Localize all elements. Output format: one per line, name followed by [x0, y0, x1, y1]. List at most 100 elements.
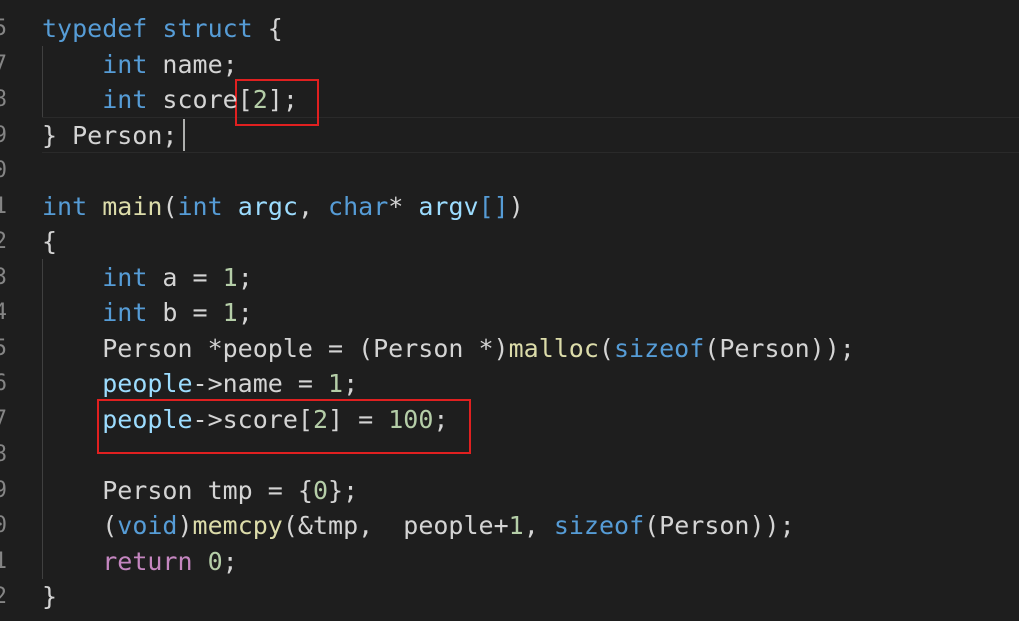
code-token: int	[102, 262, 148, 292]
code-token: ;	[433, 404, 449, 434]
code-line: (void)memcpy(&tmp, people+1, sizeof(Pers…	[42, 508, 795, 544]
code-token: sizeof	[613, 333, 705, 363]
line-number: 4	[0, 300, 7, 325]
code-token: name;	[147, 49, 238, 79]
code-token: Person tmp = {	[42, 475, 313, 505]
code-token: ;	[222, 546, 238, 576]
code-token: )	[508, 191, 524, 221]
code-token: ;	[237, 262, 253, 292]
code-token: (	[598, 333, 614, 363]
code-token: ;	[343, 369, 359, 398]
code-line: int a = 1;	[42, 260, 253, 296]
line-number: 9	[0, 477, 7, 503]
code-line: people->name = 1;	[42, 366, 358, 402]
line-number: 8	[0, 442, 7, 467]
code-line: } Person;	[42, 118, 177, 154]
code-line: return 0;	[42, 544, 238, 580]
code-token: ];	[267, 85, 298, 114]
line-number: 7	[0, 406, 7, 432]
current-line-highlight	[42, 117, 1019, 153]
code-token: people	[102, 369, 193, 398]
code-token: int	[177, 191, 223, 221]
code-token: char	[328, 191, 389, 221]
code-token: int	[102, 85, 148, 114]
code-line: int name;	[42, 47, 238, 83]
code-token: void	[117, 511, 178, 540]
code-token: ,	[523, 511, 554, 540]
code-token: {	[252, 14, 283, 43]
code-token: int	[102, 49, 148, 79]
code-token: 1	[222, 298, 238, 327]
code-token: malloc	[508, 333, 599, 363]
code-token: (	[42, 511, 118, 540]
code-line: Person tmp = {0};	[42, 473, 358, 509]
line-number: 2	[0, 584, 7, 609]
code-token: ;	[237, 298, 253, 327]
line-number: 3	[0, 264, 7, 290]
code-token: 2	[312, 404, 329, 434]
line-number: 6	[0, 371, 7, 396]
code-token: };	[328, 475, 359, 505]
code-line: }	[42, 579, 57, 615]
text-cursor	[183, 119, 185, 151]
code-token: (&tmp, people+	[282, 511, 509, 540]
code-token: typedef	[42, 14, 148, 43]
code-line: int score[2];	[42, 82, 298, 118]
code-token: score[	[147, 85, 253, 114]
code-token: ->score[	[192, 404, 313, 434]
code-token: }	[42, 582, 58, 611]
code-token: sizeof	[553, 511, 645, 540]
code-token: ,	[297, 191, 329, 221]
code-token: Person *people = (Person *)	[42, 333, 509, 363]
code-token: argc	[237, 191, 298, 221]
code-token: 2	[252, 85, 268, 114]
code-token: memcpy	[192, 511, 283, 540]
code-token: people	[102, 404, 193, 434]
code-token: } Person;	[42, 120, 178, 150]
code-token: struct	[162, 14, 253, 43]
line-number: 1	[0, 193, 7, 219]
code-token: int	[102, 298, 148, 327]
line-number: 9	[0, 122, 7, 148]
code-line: typedef struct {	[42, 11, 283, 47]
code-token: 1	[508, 511, 524, 540]
line-number: 5	[0, 335, 7, 361]
code-line: int main(int argc, char* argv[])	[42, 189, 524, 225]
line-number: 2	[0, 229, 7, 254]
code-editor[interactable]: 5 7 8 9 0 1 2 3 4 5 6 7 8 9 0 1 2 typedef struct { int n…	[0, 0, 1019, 621]
code-token: ->name =	[192, 369, 328, 398]
line-number: 1	[0, 548, 7, 574]
code-token: argv	[418, 191, 479, 221]
code-area[interactable]: typedef struct { int name; int score[2];…	[42, 0, 1019, 621]
line-number: 0	[0, 513, 7, 538]
code-token: *	[388, 191, 419, 221]
line-number-gutter: 5 7 8 9 0 1 2 3 4 5 6 7 8 9 0 1 2	[0, 0, 10, 621]
code-token: int	[42, 191, 88, 221]
code-line: int b = 1;	[42, 295, 253, 331]
line-number: 8	[0, 87, 7, 112]
code-token: b =	[147, 298, 223, 327]
code-token: 100	[388, 404, 434, 434]
line-number: 7	[0, 51, 7, 77]
code-token: 1	[328, 369, 344, 398]
code-line: people->score[2] = 100;	[42, 402, 448, 438]
line-number: 5	[0, 16, 7, 41]
code-token: {	[42, 227, 58, 256]
code-token: (Person));	[644, 511, 795, 540]
code-token: 0	[312, 475, 328, 505]
code-token: )	[177, 511, 193, 540]
code-token: 0	[207, 546, 223, 576]
code-line: {	[42, 224, 57, 260]
line-number: 0	[0, 158, 7, 183]
